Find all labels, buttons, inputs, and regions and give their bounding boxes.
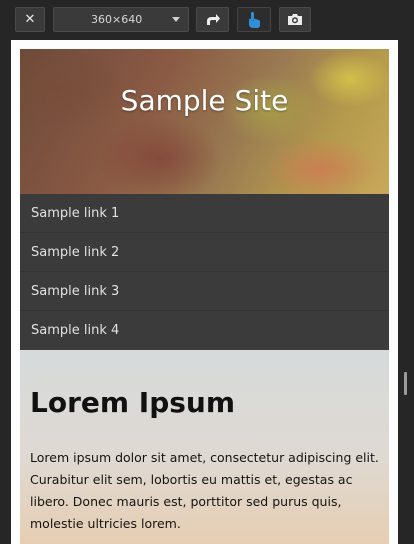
toolbar: ✕ 360×640: [0, 0, 414, 40]
nav-link-3[interactable]: Sample link 3: [20, 272, 389, 311]
touch-icon: [249, 11, 260, 28]
site-title: Sample Site: [120, 84, 289, 117]
nav-link-4[interactable]: Sample link 4: [20, 311, 389, 350]
content-paragraph: Lorem ipsum dolor sit amet, consectetur …: [30, 450, 379, 531]
hero-banner: Sample Site: [20, 49, 389, 194]
nav-link-2[interactable]: Sample link 2: [20, 233, 389, 272]
rotate-icon: [206, 13, 220, 25]
screenshot-button[interactable]: [279, 7, 311, 32]
site-nav: Sample link 1 Sample link 2 Sample link …: [20, 194, 389, 350]
camera-icon: [288, 14, 302, 25]
nav-link-1[interactable]: Sample link 1: [20, 194, 389, 233]
site-viewport[interactable]: Sample Site Sample link 1 Sample link 2 …: [20, 49, 389, 544]
rotate-button[interactable]: [196, 7, 229, 32]
device-frame: Sample Site Sample link 1 Sample link 2 …: [11, 40, 398, 544]
close-icon: ✕: [24, 12, 36, 27]
touch-mode-button[interactable]: [237, 7, 271, 32]
device-size-value: 360×640: [91, 13, 143, 26]
resize-handle[interactable]: [404, 372, 407, 395]
close-button[interactable]: ✕: [15, 7, 45, 32]
device-size-select[interactable]: 360×640: [53, 7, 189, 32]
content-heading: Lorem Ipsum: [30, 386, 236, 419]
chevron-down-icon: [172, 17, 180, 22]
main-content: Lorem Ipsum Lorem ipsum dolor sit amet, …: [20, 350, 389, 544]
